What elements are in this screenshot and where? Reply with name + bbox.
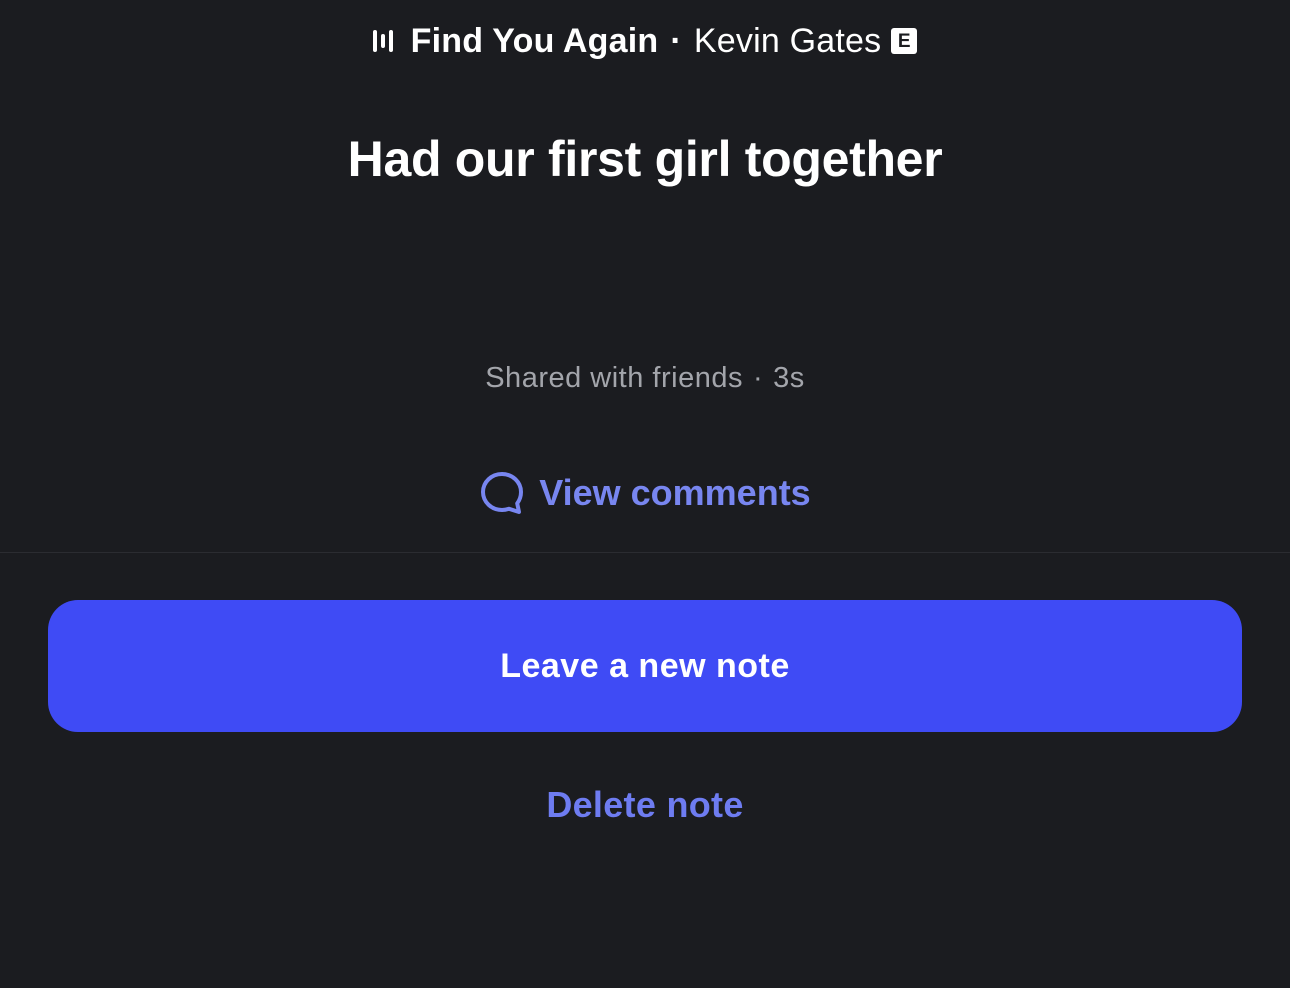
view-comments-label: View comments bbox=[539, 472, 811, 513]
meta-separator: · bbox=[752, 362, 764, 394]
song-separator: · bbox=[670, 21, 682, 60]
explicit-badge: E bbox=[891, 28, 918, 54]
audience-label: Shared with friends bbox=[485, 362, 743, 394]
music-bars-icon bbox=[372, 28, 393, 54]
leave-new-note-button[interactable]: Leave a new note bbox=[48, 600, 1242, 732]
view-comments-button[interactable]: View comments bbox=[0, 466, 1290, 520]
delete-note-button[interactable]: Delete note bbox=[0, 784, 1290, 826]
song-artist: Kevin Gates bbox=[693, 21, 882, 60]
note-text: Had our first girl together bbox=[347, 131, 943, 187]
comment-bubble-icon bbox=[481, 472, 524, 514]
note-meta: Shared with friends · 3s bbox=[0, 362, 1290, 395]
leave-new-note-label: Leave a new note bbox=[500, 646, 790, 685]
divider bbox=[0, 552, 1290, 553]
note-age: 3s bbox=[773, 362, 805, 394]
song-info-row[interactable]: Find You Again · Kevin Gates E bbox=[0, 14, 1290, 68]
song-title: Find You Again bbox=[410, 21, 659, 60]
